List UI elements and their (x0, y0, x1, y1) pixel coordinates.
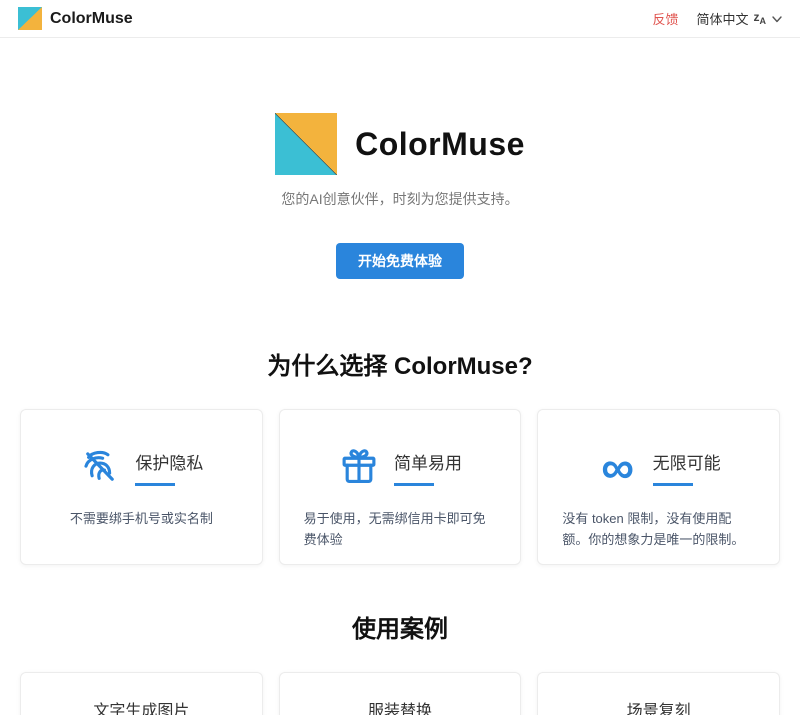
hero-brand-row: ColorMuse (0, 113, 800, 175)
usecase-card-scene-recreate: 场景复刻 (537, 672, 780, 715)
feedback-link[interactable]: 反馈 (652, 9, 678, 28)
title-underline (653, 483, 693, 486)
usecase-title: 文字生成图片 (93, 697, 189, 715)
usecase-title: 场景复刻 (627, 697, 691, 715)
feature-title: 简单易用 (394, 449, 462, 474)
header-actions: 反馈 简体中文 zA (652, 9, 782, 28)
start-free-trial-button[interactable]: 开始免费体验 (336, 243, 464, 279)
feature-title: 无限可能 (653, 449, 721, 474)
feature-description: 没有 token 限制，没有使用配额。你的想象力是唯一的限制。 (562, 508, 755, 551)
hero-section: ColorMuse 您的AI创意伙伴，时刻为您提供支持。 开始免费体验 (0, 38, 800, 279)
feature-card-unlimited: ∞ 无限可能 没有 token 限制，没有使用配额。你的想象力是唯一的限制。 (537, 409, 780, 565)
top-header: ColorMuse 反馈 简体中文 zA (0, 0, 800, 38)
usecase-title: 服装替换 (368, 697, 432, 715)
use-cases-heading: 使用案例 (20, 609, 780, 644)
infinity-icon: ∞ (597, 446, 639, 488)
gift-icon (338, 446, 380, 488)
header-brand[interactable]: ColorMuse (18, 7, 133, 30)
use-cases-grid: 文字生成图片 服装替换 场景复刻 (20, 672, 780, 715)
hero-subtitle: 您的AI创意伙伴，时刻为您提供支持。 (0, 189, 800, 209)
title-underline (135, 483, 175, 486)
feature-card-privacy: 保护隐私 不需要绑手机号或实名制 (20, 409, 263, 565)
usecase-card-outfit-swap: 服装替换 (279, 672, 522, 715)
language-label: 简体中文 (696, 9, 748, 28)
brand-name: ColorMuse (50, 10, 133, 28)
feature-description: 不需要绑手机号或实名制 (45, 508, 238, 529)
usecase-card-text-to-image: 文字生成图片 (20, 672, 263, 715)
features-grid: 保护隐私 不需要绑手机号或实名制 简单易用 (20, 409, 780, 565)
translate-icon: zA (754, 11, 767, 26)
hero-logo-icon (275, 113, 337, 175)
hero-title: ColorMuse (355, 126, 525, 163)
feature-card-easy: 简单易用 易于使用，无需绑信用卡即可免费体验 (279, 409, 522, 565)
language-selector[interactable]: 简体中文 zA (696, 9, 782, 28)
fingerprint-off-icon (79, 446, 121, 488)
feature-title: 保护隐私 (135, 449, 203, 474)
title-underline (394, 483, 434, 486)
feature-description: 易于使用，无需绑信用卡即可免费体验 (304, 508, 497, 551)
features-heading: 为什么选择 ColorMuse? (20, 346, 780, 381)
chevron-down-icon (772, 11, 782, 26)
brand-logo-icon (18, 7, 42, 30)
